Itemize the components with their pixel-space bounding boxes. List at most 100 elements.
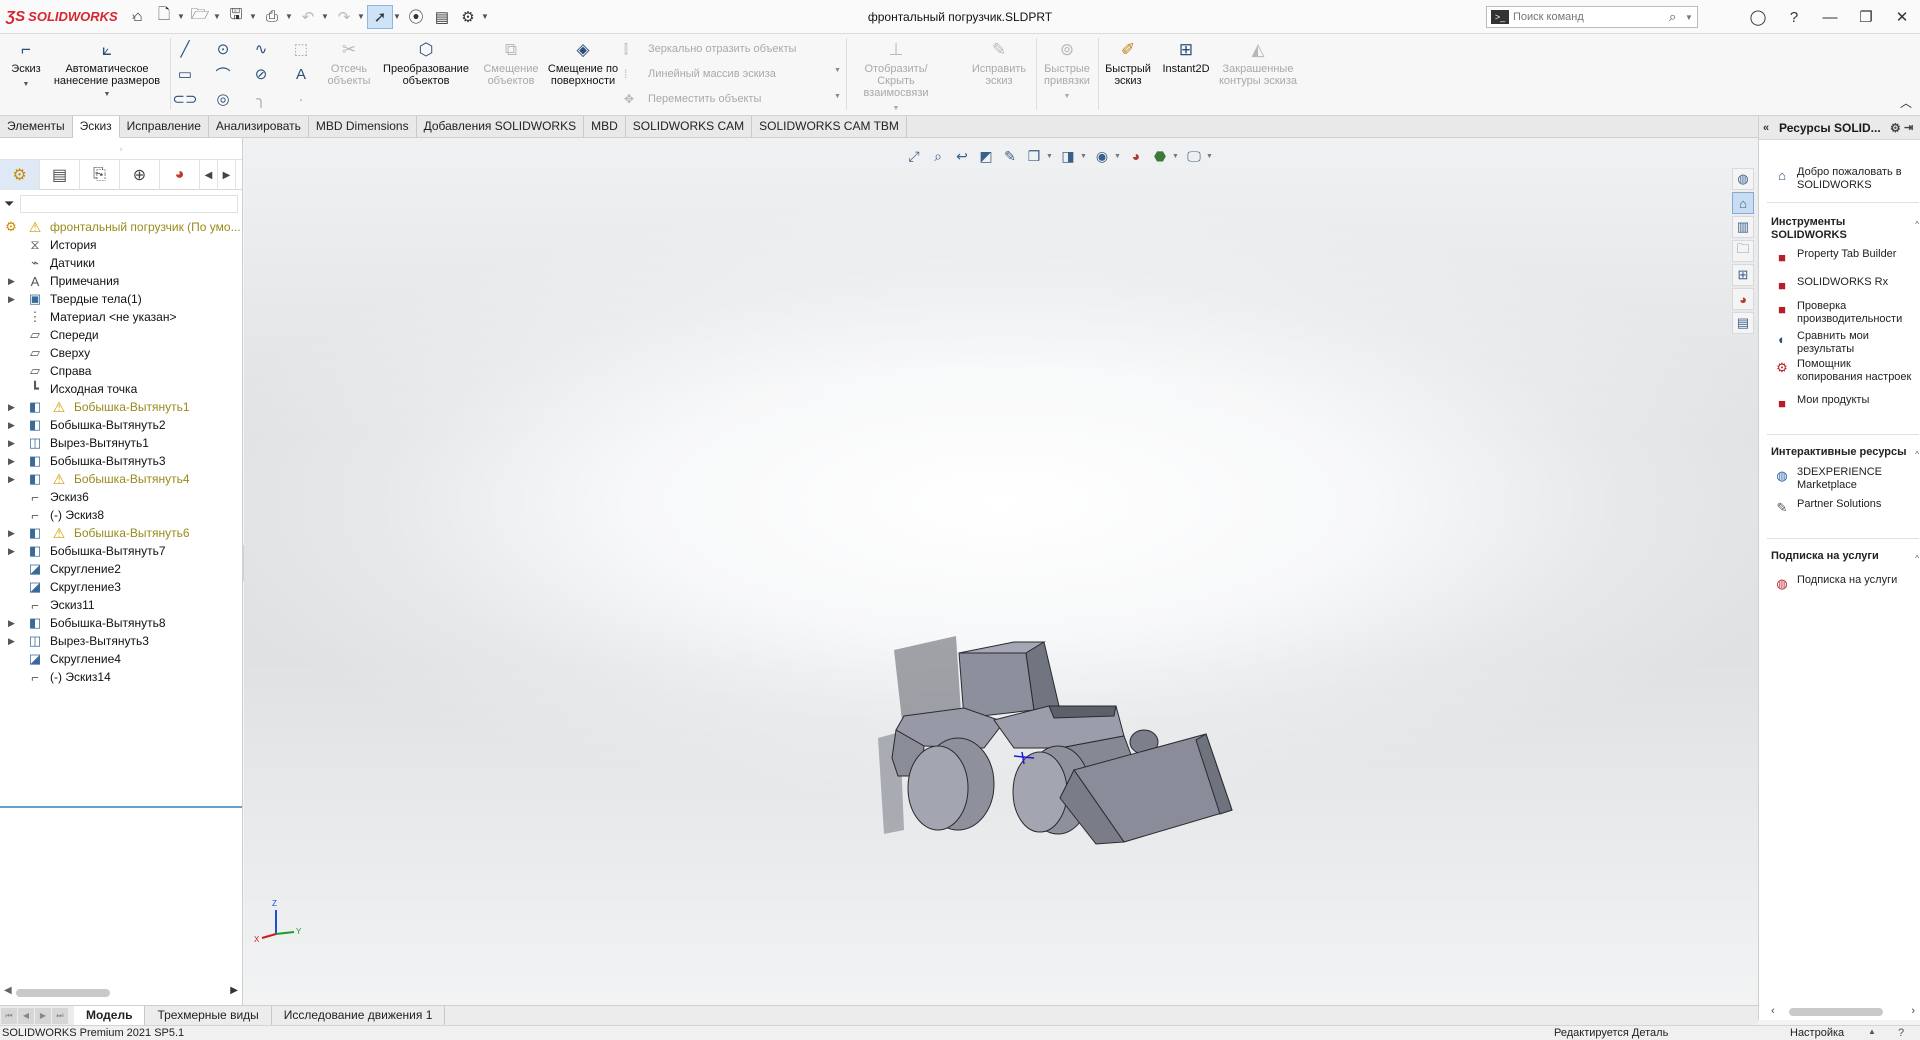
- scroll-left-icon[interactable]: ◀: [4, 985, 12, 996]
- front-loader-3d-model[interactable]: [864, 598, 1284, 878]
- gear-icon[interactable]: ⚙: [1890, 121, 1904, 135]
- trim-entities-button[interactable]: ✂ Отсечь объекты: [320, 38, 378, 87]
- smart-dimension-button[interactable]: ⟀ Автоматическое нанесение размеров ▼: [48, 38, 166, 101]
- print-icon[interactable]: ⎙: [259, 5, 285, 29]
- zoom-to-area-icon[interactable]: ⌕: [926, 145, 950, 167]
- tab-sketch[interactable]: Эскиз: [72, 116, 120, 138]
- scroll-right-icon[interactable]: ▶: [230, 985, 238, 996]
- tab-evaluate[interactable]: Анализировать: [209, 116, 309, 138]
- tool-copy-settings-wizard[interactable]: ⚙ Помощник копирования настроек: [1773, 358, 1919, 384]
- options-gear-icon[interactable]: ⚙: [455, 5, 481, 29]
- chevron-down-icon[interactable]: ▼: [1114, 153, 1124, 160]
- collapse-ribbon-icon[interactable]: ︿: [1900, 94, 1912, 111]
- tab-mbd-dimensions[interactable]: MBD Dimensions: [309, 116, 417, 138]
- scroll-left-icon[interactable]: ‹: [1771, 1005, 1775, 1017]
- first-tab-icon[interactable]: ⏮: [1, 1007, 17, 1024]
- double-chevron-left-icon[interactable]: «: [1763, 122, 1779, 134]
- edit-appearance-icon[interactable]: ◕: [1124, 145, 1148, 167]
- hide-show-items-icon[interactable]: ◉: [1090, 145, 1114, 167]
- ellipse-icon[interactable]: ◎: [210, 88, 236, 110]
- save-icon[interactable]: 🖫: [223, 5, 249, 29]
- help-icon[interactable]: ?: [1776, 0, 1812, 34]
- chevron-down-icon[interactable]: ▼: [393, 12, 403, 21]
- display-relations-button[interactable]: ⊥ Отобразить/Скрыть взаимосвязи ▼: [848, 38, 944, 115]
- online-partner-solutions[interactable]: ✎ Partner Solutions: [1773, 498, 1919, 516]
- line-icon[interactable]: ╱: [172, 38, 198, 60]
- offset-on-surface-button[interactable]: ◈ Смещение по поверхности: [546, 38, 620, 87]
- rebuild-traffic-light-icon[interactable]: ⦿: [403, 5, 429, 29]
- tab-solidworks-cam-tbm[interactable]: SOLIDWORKS CAM TBM: [752, 116, 907, 138]
- collapse-section-icon[interactable]: ^: [1915, 448, 1919, 461]
- restore-icon[interactable]: ❐: [1848, 0, 1884, 34]
- rectangle-icon[interactable]: ▭: [172, 63, 198, 85]
- zoom-to-fit-icon[interactable]: ⤢: [902, 145, 926, 167]
- apply-scene-icon[interactable]: ⬣: [1148, 145, 1172, 167]
- tab-3d-views[interactable]: Трехмерные виды: [145, 1006, 272, 1025]
- file-explorer-icon[interactable]: 🗀: [1732, 240, 1754, 262]
- subscription-header[interactable]: Подписка на услуги ^: [1771, 550, 1919, 563]
- filter-input[interactable]: [20, 195, 238, 213]
- offset-entities-button[interactable]: ⧉ Смещение объектов: [476, 38, 546, 87]
- graphics-area[interactable]: ⤢ ⌕ ↩ ◩ ✎ ❒ ▼ ◨ ▼ ◉ ▼ ◕ ⬣ ▼ 🖵 ▼ Z X Y: [244, 138, 1758, 1005]
- close-icon[interactable]: ✕: [1884, 0, 1920, 34]
- chevron-down-icon[interactable]: ▼: [1046, 153, 1056, 160]
- dimxpert-manager-tab-icon[interactable]: ⊕: [120, 160, 160, 190]
- minimize-icon[interactable]: —: [1812, 0, 1848, 34]
- instant2d-button[interactable]: ⊞ Instant2D: [1158, 38, 1214, 75]
- chevron-down-icon[interactable]: ▼: [1080, 153, 1090, 160]
- point-icon[interactable]: ·: [288, 88, 314, 110]
- tree-filter[interactable]: ⏷: [4, 193, 242, 215]
- tools-section-header[interactable]: Инструменты SOLIDWORKS ^: [1771, 216, 1919, 242]
- chevron-down-icon[interactable]: ▼: [1685, 13, 1697, 22]
- mirror-entities-button[interactable]: ⫿ Зеркально отразить объекты: [624, 38, 796, 60]
- expand-arrow-icon[interactable]: ▶: [8, 420, 18, 431]
- view-settings-monitor-icon[interactable]: 🖵: [1182, 145, 1206, 167]
- chevron-up-icon[interactable]: ▲: [1868, 1027, 1876, 1036]
- chevron-down-icon[interactable]: ▼: [834, 67, 841, 74]
- scroll-thumb[interactable]: [16, 989, 110, 997]
- quick-tips-icon[interactable]: ?: [1898, 1027, 1904, 1039]
- redo-icon[interactable]: ↷: [331, 5, 357, 29]
- dynamic-annotation-icon[interactable]: ✎: [998, 145, 1022, 167]
- expand-arrow-icon[interactable]: ▶: [8, 438, 18, 449]
- file-properties-icon[interactable]: ▤: [429, 5, 455, 29]
- appearances-icon[interactable]: ◕: [1732, 288, 1754, 310]
- expand-arrow-icon[interactable]: ▶: [8, 546, 18, 557]
- chevron-down-icon[interactable]: ▼: [48, 89, 166, 101]
- tree-horizontal-scrollbar[interactable]: ◀ ▶: [0, 983, 242, 1001]
- collapse-section-icon[interactable]: ^: [1915, 218, 1919, 231]
- property-manager-tab-icon[interactable]: ▤: [40, 160, 80, 190]
- tool-property-tab-builder[interactable]: ■ Property Tab Builder: [1773, 248, 1919, 266]
- chevron-down-icon[interactable]: ▼: [285, 12, 295, 21]
- chevron-down-icon[interactable]: ▼: [321, 12, 331, 21]
- polygon-icon[interactable]: ⊘: [248, 63, 274, 85]
- tool-performance-benchmark[interactable]: ■ Проверка производительности: [1773, 300, 1919, 326]
- convert-entities-button[interactable]: ⬡ Преобразование объектов: [378, 38, 474, 87]
- tab-mbd[interactable]: MBD: [584, 116, 626, 138]
- command-search[interactable]: >_ ⌕ ▼: [1486, 6, 1698, 28]
- home-icon[interactable]: ⌂: [1732, 192, 1754, 214]
- view-palette-icon[interactable]: ⊞: [1732, 264, 1754, 286]
- tool-compare-results[interactable]: ◐ Сравнить мои результаты: [1773, 330, 1919, 356]
- select-cursor-icon[interactable]: ➚: [367, 4, 393, 29]
- user-account-icon[interactable]: ◯: [1740, 0, 1776, 34]
- expand-arrow-icon[interactable]: ▶: [8, 294, 18, 305]
- construction-geometry-icon[interactable]: ⬚: [288, 38, 314, 60]
- configuration-manager-tab-icon[interactable]: ⎘: [80, 160, 120, 190]
- undo-icon[interactable]: ↶: [295, 5, 321, 29]
- expand-arrow-icon[interactable]: ▶: [8, 528, 18, 539]
- globe-icon[interactable]: ◍: [1732, 168, 1754, 190]
- sketch-button[interactable]: ⌐ Эскиз ▼: [6, 38, 46, 91]
- tab-solidworks-cam[interactable]: SOLIDWORKS CAM: [626, 116, 753, 138]
- chevron-down-icon[interactable]: ▼: [249, 12, 259, 21]
- expand-arrow-icon[interactable]: ▶: [8, 636, 18, 647]
- command-search-input[interactable]: [1513, 11, 1669, 23]
- tab-features[interactable]: Элементы: [0, 116, 73, 138]
- display-style-icon[interactable]: ◨: [1056, 145, 1080, 167]
- expand-arrow-icon[interactable]: ▶: [8, 276, 18, 287]
- expand-arrow-icon[interactable]: ▶: [8, 402, 18, 413]
- display-manager-tab-icon[interactable]: ◕: [160, 160, 200, 190]
- chevron-down-icon[interactable]: ▼: [834, 93, 841, 100]
- task-pane-horizontal-scrollbar[interactable]: ‹ ›: [1771, 1005, 1919, 1018]
- chevron-down-icon[interactable]: ▼: [1038, 91, 1096, 103]
